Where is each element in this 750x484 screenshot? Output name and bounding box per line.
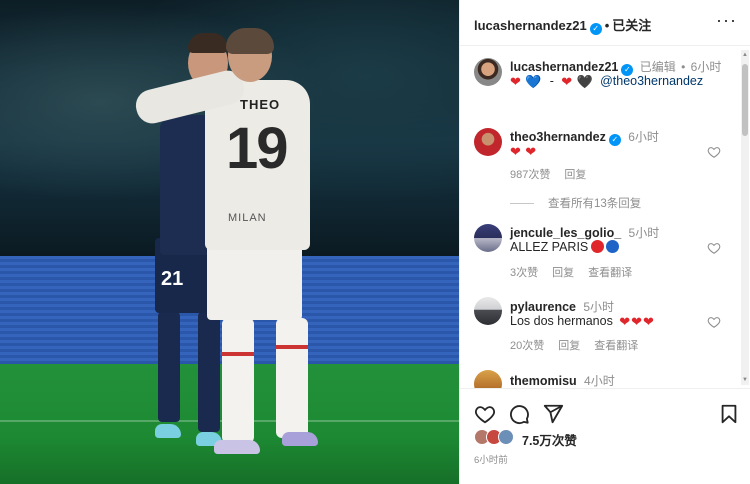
boot: [155, 424, 181, 438]
comment-time: 5小时: [628, 226, 660, 240]
separator-dot: •: [681, 60, 686, 74]
separator-dot: •: [604, 18, 610, 33]
comment-time: 4小时: [584, 374, 615, 388]
like-heart-icon[interactable]: [707, 145, 721, 159]
more-options-icon[interactable]: ···: [716, 10, 737, 31]
comment-text-content: ALLEZ PARIS: [510, 240, 589, 254]
avatar[interactable]: [474, 128, 502, 156]
player-hair: [188, 33, 228, 53]
comment-icon[interactable]: [508, 403, 530, 425]
post-panel: lucashernandez21 ✓ • 已关注 ··· lucashernandez…: [459, 0, 750, 484]
red-heart-emoji: ❤: [619, 314, 631, 329]
comment-username[interactable]: pylaurence: [510, 300, 576, 314]
red-heart-emoji: ❤: [631, 314, 642, 329]
divider: [510, 203, 534, 205]
player-hair: [226, 28, 274, 54]
boot: [282, 432, 318, 446]
avatar[interactable]: [474, 58, 502, 86]
following-button[interactable]: 已关注: [612, 18, 651, 33]
reply-button[interactable]: 回复: [552, 267, 574, 279]
scroll-down-icon[interactable]: ▼: [741, 377, 749, 383]
post-timestamp: 6小时前: [474, 455, 508, 466]
mention-link[interactable]: @theo3hernandez: [600, 74, 703, 88]
red-heart-emoji: ❤: [643, 314, 654, 329]
sock-stripe: [276, 345, 308, 349]
blue-circle-emoji: [606, 240, 620, 253]
translate-button[interactable]: 查看翻译: [594, 340, 638, 352]
blue-heart-emoji: 💙: [525, 74, 542, 89]
comment-likes[interactable]: 987次赞: [510, 169, 550, 181]
post-photo[interactable]: 21 THEO 19 MILAN: [0, 0, 459, 484]
comment-meta: 987次赞 回复: [510, 166, 600, 182]
avatar[interactable]: [474, 297, 502, 325]
scroll-up-icon[interactable]: ▲: [741, 52, 749, 58]
comment-username[interactable]: theo3hernandez: [510, 130, 606, 144]
comment-text: Los dos hermanos ❤❤❤: [510, 314, 655, 328]
black-heart-emoji: 🖤: [576, 74, 593, 89]
likes-count[interactable]: 7.5万次赞: [522, 430, 577, 449]
player-shorts: [207, 245, 302, 320]
like-heart-icon[interactable]: [707, 241, 721, 255]
verified-badge-icon: ✓: [589, 23, 602, 35]
comment-header: jencule_les_golio_ 5小时: [510, 224, 659, 241]
player-leg: [198, 312, 220, 432]
player-leg: [158, 312, 180, 422]
header-user: lucashernandez21 ✓ • 已关注: [474, 15, 651, 35]
comments-list[interactable]: lucashernandez21 ✓ 已编辑 • 6小时 ❤ 💙 - ❤ 🖤 @t…: [460, 46, 741, 388]
shirt-sponsor: MILAN: [228, 212, 267, 224]
sock-stripe: [222, 352, 254, 356]
comment-likes[interactable]: 20次赞: [510, 340, 544, 352]
comment-meta: 20次赞 回复 查看翻译: [510, 337, 652, 353]
comments-scrollbar[interactable]: ▲ ▼: [741, 50, 749, 385]
comment-time: 6小时: [628, 130, 659, 144]
comment-text: ALLEZ PARIS: [510, 240, 620, 254]
view-replies-button[interactable]: 查看所有13条回复: [510, 195, 641, 211]
comment-likes[interactable]: 3次赞: [510, 267, 538, 279]
caption-username[interactable]: lucashernandez21: [510, 60, 618, 74]
caption-text: ❤ 💙 - ❤ 🖤 @theo3hernandez: [510, 74, 703, 88]
avatar[interactable]: [474, 370, 502, 388]
player-leg: [276, 318, 308, 438]
post-header: lucashernandez21 ✓ • 已关注 ···: [460, 0, 750, 46]
like-heart-icon[interactable]: [707, 315, 721, 329]
reply-button[interactable]: 回复: [564, 169, 586, 181]
player-leg: [222, 318, 254, 443]
red-heart-emoji: ❤: [561, 74, 573, 89]
share-icon[interactable]: [542, 403, 564, 425]
player-number-21: 21: [161, 268, 184, 290]
comment-header: pylaurence 5小时: [510, 298, 614, 315]
avatar[interactable]: [474, 224, 502, 252]
comment-text: ❤ ❤: [510, 144, 537, 158]
red-heart-emoji: ❤: [510, 144, 521, 159]
shirt-number: 19: [226, 116, 288, 181]
header-username[interactable]: lucashernandez21: [474, 18, 587, 33]
translate-button[interactable]: 查看翻译: [588, 267, 632, 279]
comment-text-content: Los dos hermanos: [510, 314, 613, 328]
red-heart-emoji: ❤: [510, 74, 521, 89]
comment-meta: 3次赞 回复 查看翻译: [510, 264, 646, 280]
save-bookmark-icon[interactable]: [718, 403, 740, 425]
caption-time: 6小时: [690, 60, 722, 74]
boot: [214, 440, 260, 454]
view-replies-label: 查看所有13条回复: [548, 198, 642, 210]
comment-username[interactable]: themomisu: [510, 374, 577, 388]
comment-header: themomisu 4小时: [510, 372, 615, 388]
comment-time: 5小时: [583, 300, 615, 314]
comment-username[interactable]: jencule_les_golio_: [510, 226, 621, 240]
shirt-name: THEO: [240, 97, 281, 112]
like-icon[interactable]: [474, 403, 496, 425]
red-heart-emoji: ❤: [525, 144, 537, 159]
red-circle-emoji: [591, 240, 605, 253]
scrollbar-thumb[interactable]: [742, 64, 748, 136]
liker-avatar: [498, 429, 514, 445]
reply-button[interactable]: 回复: [558, 340, 580, 352]
verified-badge-icon: ✓: [608, 134, 621, 146]
dash: -: [549, 74, 554, 88]
caption-edited: 已编辑: [639, 60, 676, 74]
